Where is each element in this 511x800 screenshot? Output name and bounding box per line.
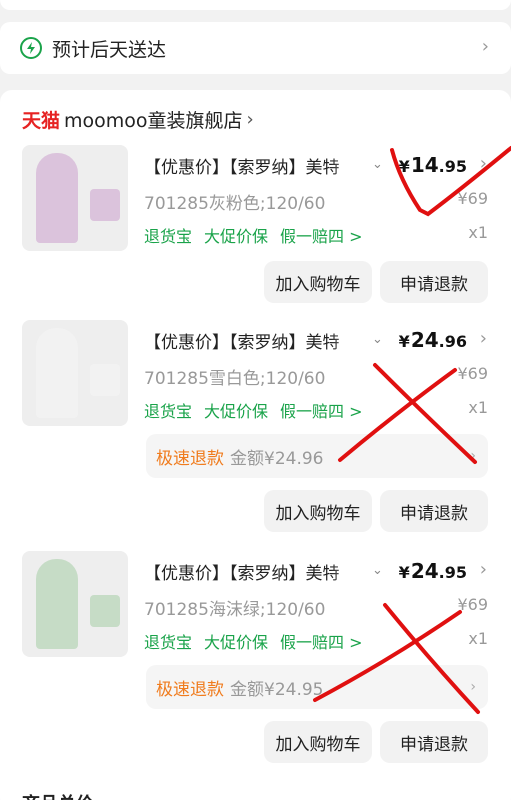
delivery-text: 预计后天送达 (52, 38, 167, 61)
add-to-cart-button[interactable]: 加入购物车 (264, 721, 372, 763)
original-price: ¥69 (457, 595, 488, 614)
service-tag: 退货宝 (144, 227, 193, 246)
service-tag: 大促价保 (204, 227, 269, 246)
order-card: 天猫 moomoo童装旗舰店 › 【优惠价】【索罗纳】美特 ⌄ ¥14.95 › ¥69… (0, 90, 511, 800)
shirt-flat (90, 189, 120, 221)
chevron-down-icon[interactable]: ⌄ (372, 332, 383, 347)
request-refund-button[interactable]: 申请退款 (380, 721, 488, 763)
shirt-flat (90, 595, 120, 627)
chevron-right-icon: › (246, 108, 254, 130)
service-tag: 大促价保 (204, 402, 269, 421)
model-figure (36, 153, 78, 243)
service-tag: 假一赔四 > (280, 227, 363, 246)
product-sku: 701285灰粉色;120/60 (144, 194, 326, 214)
service-tag: 退货宝 (144, 633, 193, 652)
price-currency: ¥ (398, 563, 410, 582)
price-decimal: .96 (438, 332, 467, 351)
shirt-flat (90, 364, 120, 396)
product-thumbnail[interactable] (22, 320, 128, 426)
tmall-logo: 天猫 (22, 109, 61, 132)
title-fade (330, 326, 370, 354)
fast-refund-bar[interactable]: 极速退款 金额¥24.96 › (146, 434, 488, 478)
service-tag: 大促价保 (204, 633, 269, 652)
model-figure (36, 328, 78, 418)
product-price: ¥24.95 (399, 559, 467, 583)
product-thumbnail[interactable] (22, 145, 128, 251)
service-tag: 假一赔四 > (280, 633, 363, 652)
price-integer: 24 (410, 328, 439, 352)
title-fade (330, 557, 370, 585)
quantity: x1 (468, 398, 488, 417)
service-tags[interactable]: 退货宝 大促价保 假一赔四 > (144, 629, 363, 653)
title-fade (330, 151, 370, 179)
total-label-partial: 商品总价 (22, 790, 94, 800)
price-decimal: .95 (438, 157, 467, 176)
chevron-down-icon[interactable]: ⌄ (372, 563, 383, 578)
model-figure (36, 559, 78, 649)
price-integer: 24 (410, 559, 439, 583)
service-tags[interactable]: 退货宝 大促价保 假一赔四 > (144, 223, 363, 247)
top-card-edge (0, 0, 511, 10)
product-sku: 701285雪白色;120/60 (144, 369, 326, 389)
chevron-right-icon[interactable]: › (480, 328, 487, 349)
fast-refund-bar[interactable]: 极速退款 金额¥24.95 › (146, 665, 488, 709)
product-price: ¥14.95 (399, 153, 467, 177)
chevron-right-icon: › (470, 448, 476, 464)
bolt-icon (20, 37, 42, 59)
chevron-down-icon[interactable]: ⌄ (372, 157, 383, 172)
request-refund-button[interactable]: 申请退款 (380, 261, 488, 303)
chevron-right-icon[interactable]: › (480, 559, 487, 580)
fast-refund-amount: 金额¥24.95 (230, 679, 324, 700)
original-price: ¥69 (457, 189, 488, 208)
service-tags[interactable]: 退货宝 大促价保 假一赔四 > (144, 398, 363, 422)
add-to-cart-button[interactable]: 加入购物车 (264, 261, 372, 303)
chevron-right-icon: › (481, 36, 489, 57)
quantity: x1 (468, 629, 488, 648)
price-currency: ¥ (398, 157, 410, 176)
chevron-right-icon[interactable]: › (480, 153, 487, 174)
product-price: ¥24.96 (399, 328, 467, 352)
store-header[interactable]: 天猫 moomoo童装旗舰店 › (22, 104, 254, 134)
request-refund-button[interactable]: 申请退款 (380, 490, 488, 532)
store-name: moomoo童装旗舰店 (64, 109, 243, 132)
fast-refund-label: 极速退款 (156, 679, 224, 700)
fast-refund-amount: 金额¥24.96 (230, 448, 324, 469)
price-currency: ¥ (398, 332, 410, 351)
product-thumbnail[interactable] (22, 551, 128, 657)
fast-refund-label: 极速退款 (156, 448, 224, 469)
product-sku: 701285海沫绿;120/60 (144, 600, 326, 620)
quantity: x1 (468, 223, 488, 242)
service-tag: 退货宝 (144, 402, 193, 421)
delivery-row[interactable]: 预计后天送达 › (0, 22, 511, 74)
chevron-right-icon: › (470, 679, 476, 695)
price-decimal: .95 (438, 563, 467, 582)
price-integer: 14 (410, 153, 439, 177)
service-tag: 假一赔四 > (280, 402, 363, 421)
original-price: ¥69 (457, 364, 488, 383)
add-to-cart-button[interactable]: 加入购物车 (264, 490, 372, 532)
